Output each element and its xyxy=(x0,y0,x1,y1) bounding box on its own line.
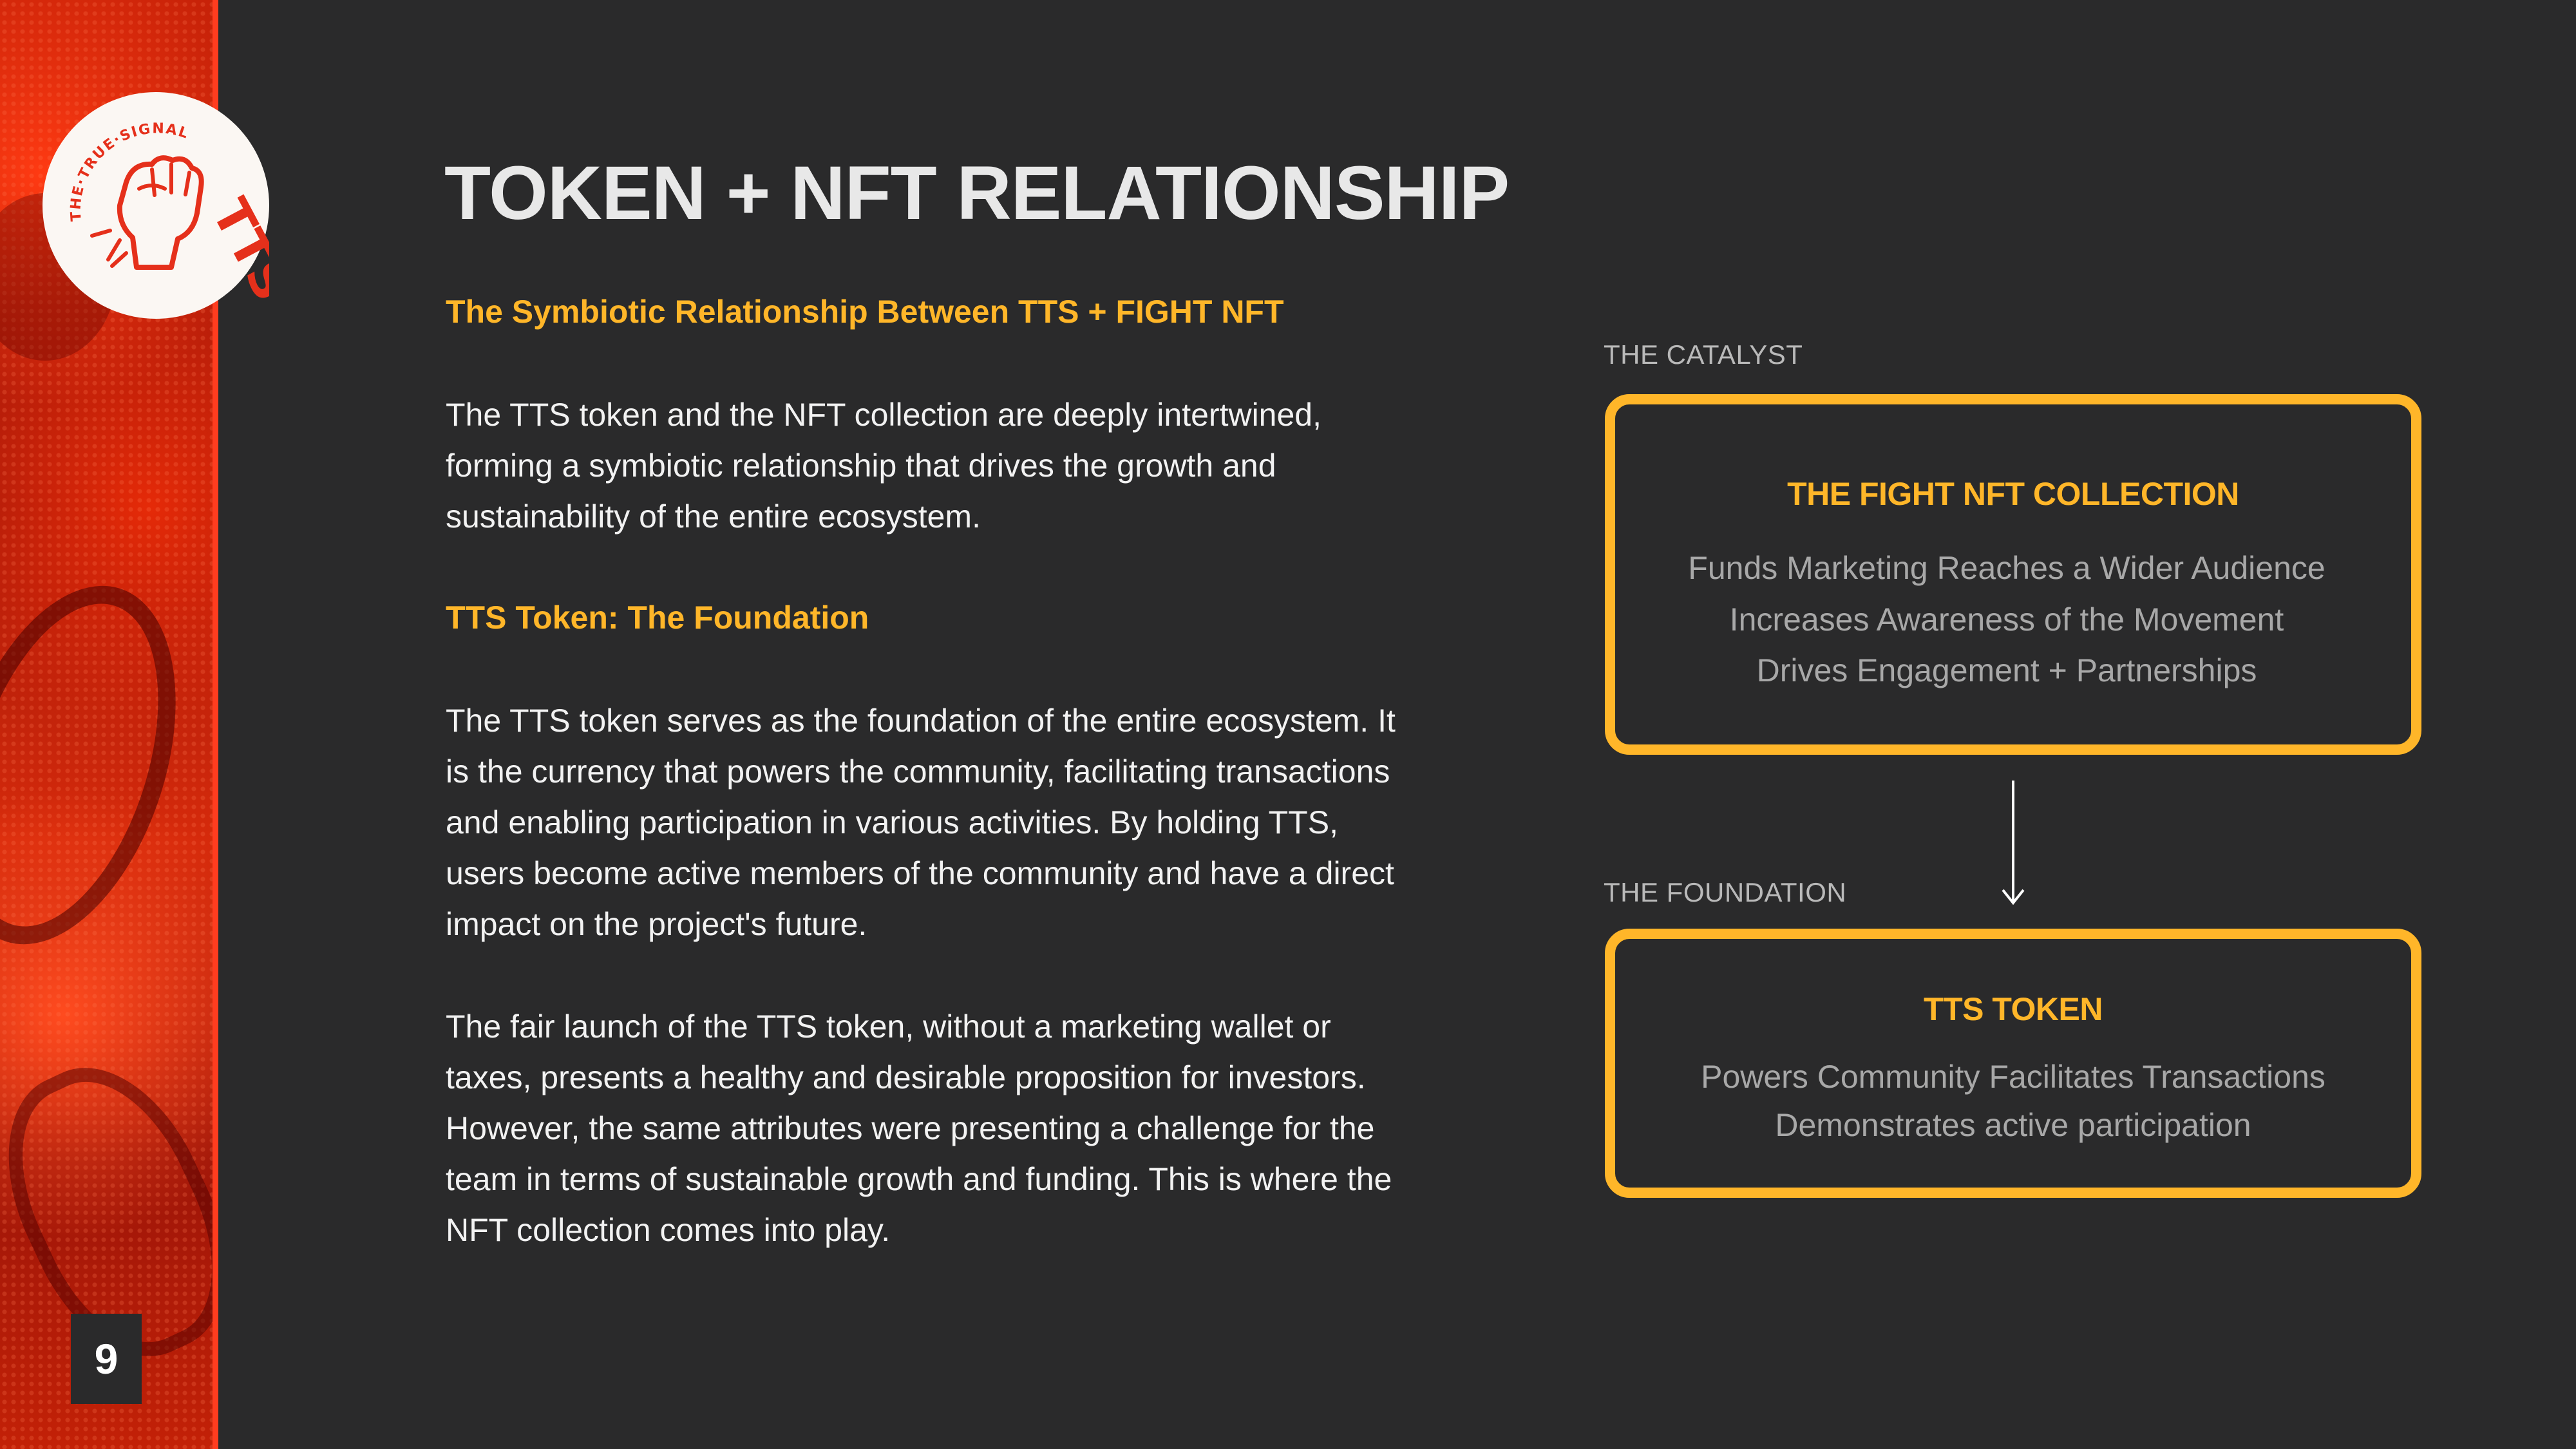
foundation-title: TTS TOKEN xyxy=(1924,991,2103,1027)
paragraph-intro: The TTS token and the NFT collection are… xyxy=(446,397,1321,535)
subheading-foundation: TTS Token: The Foundation xyxy=(446,600,869,636)
page-number: 9 xyxy=(71,1314,142,1404)
catalyst-box: THE FIGHT NFT COLLECTION Funds Marketing… xyxy=(1605,394,2421,755)
foundation-label: THE FOUNDATION xyxy=(1604,877,1847,907)
subheading-symbiotic: The Symbiotic Relationship Between TTS +… xyxy=(446,294,1284,330)
foundation-line: Demonstrates active participation xyxy=(1775,1107,2251,1143)
arrow-down-icon xyxy=(2002,781,2025,905)
page-title: TOKEN + NFT RELATIONSHIP xyxy=(444,151,1510,236)
catalyst-title: THE FIGHT NFT COLLECTION xyxy=(1787,476,2239,512)
catalyst-label: THE CATALYST xyxy=(1604,339,1803,370)
paragraph-foundation: The TTS token serves as the foundation o… xyxy=(446,703,1396,942)
foundation-line: Powers Community Facilitates Transaction… xyxy=(1701,1059,2325,1095)
paragraph-fair-launch: The fair launch of the TTS token, withou… xyxy=(446,1009,1392,1248)
catalyst-line: Funds Marketing Reaches a Wider Audience xyxy=(1688,550,2325,586)
foundation-box: TTS TOKEN Powers Community Facilitates T… xyxy=(1605,929,2421,1198)
svg-text:TTS: TTS xyxy=(200,190,269,310)
catalyst-line: Increases Awareness of the Movement xyxy=(1729,601,2284,638)
catalyst-line: Drives Engagement + Partnerships xyxy=(1756,652,2257,688)
raised-fist-icon: THE·TRUE·SIGNAL TTS xyxy=(68,120,301,310)
tts-logo: THE·TRUE·SIGNAL TTS xyxy=(43,92,301,319)
